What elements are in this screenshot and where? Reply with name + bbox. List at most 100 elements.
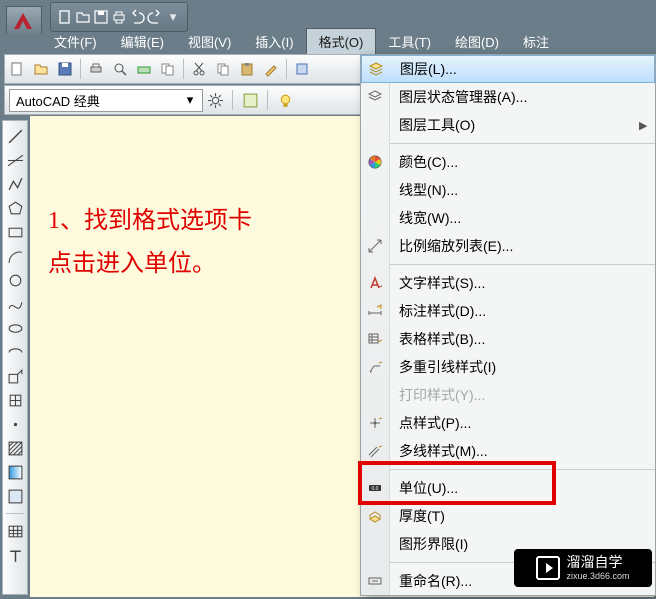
menu-item-text-style[interactable]: 文字样式(S)... bbox=[361, 269, 655, 297]
menu-item-mleader-style[interactable]: 多重引线样式(I) bbox=[361, 353, 655, 381]
menu-label: 点样式(P)... bbox=[389, 413, 655, 433]
circle-icon[interactable] bbox=[6, 271, 24, 289]
menu-draw[interactable]: 绘图(D) bbox=[443, 29, 511, 54]
lightbulb-icon[interactable] bbox=[276, 91, 294, 109]
chevron-down-icon[interactable]: ▾ bbox=[184, 92, 196, 108]
mline-style-icon bbox=[361, 443, 389, 459]
menu-item-dim-style[interactable]: 标注样式(D)... bbox=[361, 297, 655, 325]
qat-redo-icon[interactable] bbox=[147, 9, 163, 25]
menu-edit[interactable]: 编辑(E) bbox=[109, 29, 176, 54]
plot-icon[interactable] bbox=[135, 60, 153, 78]
make-block-icon[interactable] bbox=[6, 391, 24, 409]
menu-label: 图层(L)... bbox=[390, 59, 654, 79]
menu-item-color[interactable]: 颜色(C)... bbox=[361, 148, 655, 176]
gradient-icon[interactable] bbox=[6, 463, 24, 481]
menu-item-thickness[interactable]: 厚度(T) bbox=[361, 502, 655, 530]
polyline-icon[interactable] bbox=[6, 175, 24, 193]
menu-tools[interactable]: 工具(T) bbox=[376, 29, 443, 54]
qat-new-icon[interactable] bbox=[57, 9, 73, 25]
menu-format[interactable]: 格式(O) bbox=[306, 28, 377, 54]
menu-item-layer-state[interactable]: 图层状态管理器(A)... bbox=[361, 83, 655, 111]
rename-icon bbox=[361, 573, 389, 589]
menu-label: 线宽(W)... bbox=[389, 208, 655, 228]
annotation-line2: 点击进入单位。 bbox=[48, 243, 252, 286]
copy-icon[interactable] bbox=[214, 60, 232, 78]
match-prop-icon[interactable] bbox=[262, 60, 280, 78]
qat-undo-icon[interactable] bbox=[129, 9, 145, 25]
annotation-text: 1、找到格式选项卡 点击进入单位。 bbox=[48, 200, 252, 286]
menu-item-table-style[interactable]: 表格样式(B)... bbox=[361, 325, 655, 353]
menu-label: 图层工具(O) bbox=[389, 115, 639, 135]
menu-item-layer[interactable]: 图层(L)... bbox=[361, 55, 655, 83]
new-icon[interactable] bbox=[8, 60, 26, 78]
scale-icon bbox=[361, 238, 389, 254]
text-icon[interactable] bbox=[6, 546, 24, 564]
menu-label: 线型(N)... bbox=[389, 180, 655, 200]
menu-separator bbox=[390, 469, 655, 470]
quick-access-toolbar: ▾ bbox=[50, 2, 188, 32]
menu-item-mline-style[interactable]: 多线样式(M)... bbox=[361, 437, 655, 465]
menu-label: 颜色(C)... bbox=[389, 152, 655, 172]
toolbar-workspaces: AutoCAD 经典 ▾ bbox=[4, 85, 362, 115]
menu-item-point-style[interactable]: 点样式(P)... bbox=[361, 409, 655, 437]
save-icon[interactable] bbox=[56, 60, 74, 78]
hatch-icon[interactable] bbox=[6, 439, 24, 457]
app-frame: ▾ 文件(F) 编辑(E) 视图(V) 插入(I) 格式(O) 工具(T) 绘图… bbox=[0, 0, 656, 599]
layer-panel-icon[interactable] bbox=[241, 91, 259, 109]
text-style-icon bbox=[361, 275, 389, 291]
arc-icon[interactable] bbox=[6, 247, 24, 265]
thickness-icon bbox=[361, 508, 389, 524]
menu-separator bbox=[390, 264, 655, 265]
insert-block-icon[interactable] bbox=[6, 367, 24, 385]
spline-icon[interactable] bbox=[6, 295, 24, 313]
print-icon[interactable] bbox=[87, 60, 105, 78]
publish-icon[interactable] bbox=[159, 60, 177, 78]
open-icon[interactable] bbox=[32, 60, 50, 78]
app-menu-button[interactable] bbox=[6, 6, 42, 34]
menu-label: 多线样式(M)... bbox=[389, 441, 655, 461]
units-icon: 0.0 bbox=[361, 480, 389, 496]
watermark-brand: 溜溜自学 bbox=[566, 554, 629, 571]
point-style-icon bbox=[361, 415, 389, 431]
dim-style-icon bbox=[361, 303, 389, 319]
menu-view[interactable]: 视图(V) bbox=[176, 29, 243, 54]
menu-item-layer-tools[interactable]: 图层工具(O) ▶ bbox=[361, 111, 655, 139]
point-icon[interactable] bbox=[6, 415, 24, 433]
watermark-url: zixue.3d66.com bbox=[566, 571, 629, 582]
preview-icon[interactable] bbox=[111, 60, 129, 78]
menu-item-lineweight[interactable]: 线宽(W)... bbox=[361, 204, 655, 232]
menu-separator bbox=[390, 143, 655, 144]
ellipse-icon[interactable] bbox=[6, 319, 24, 337]
qat-print-icon[interactable] bbox=[111, 9, 127, 25]
menu-label: 图层状态管理器(A)... bbox=[389, 87, 655, 107]
menu-item-linetype[interactable]: 线型(N)... bbox=[361, 176, 655, 204]
menu-file[interactable]: 文件(F) bbox=[42, 29, 109, 54]
polygon-icon[interactable] bbox=[6, 199, 24, 217]
chevron-down-icon[interactable]: ▾ bbox=[165, 9, 181, 25]
ellipse-arc-icon[interactable] bbox=[6, 343, 24, 361]
menu-item-plot-style[interactable]: 打印样式(Y)... bbox=[361, 381, 655, 409]
qat-save-icon[interactable] bbox=[93, 9, 109, 25]
table-icon[interactable] bbox=[6, 522, 24, 540]
cut-icon[interactable] bbox=[190, 60, 208, 78]
menu-item-scale-list[interactable]: 比例缩放列表(E)... bbox=[361, 232, 655, 260]
menu-label: 单位(U)... bbox=[389, 478, 655, 498]
layers-icon bbox=[362, 61, 390, 77]
menu-dimension[interactable]: 标注 bbox=[511, 29, 561, 54]
workspace-value: AutoCAD 经典 bbox=[16, 91, 100, 110]
line-icon[interactable] bbox=[6, 127, 24, 145]
xline-icon[interactable] bbox=[6, 151, 24, 169]
block-icon[interactable] bbox=[293, 60, 311, 78]
region-icon[interactable] bbox=[6, 487, 24, 505]
format-menu: 图层(L)... 图层状态管理器(A)... 图层工具(O) ▶ 颜色(C)..… bbox=[360, 54, 656, 596]
paste-icon[interactable] bbox=[238, 60, 256, 78]
watermark: 溜溜自学 zixue.3d66.com bbox=[514, 549, 652, 587]
color-wheel-icon bbox=[361, 154, 389, 170]
qat-open-icon[interactable] bbox=[75, 9, 91, 25]
gear-icon[interactable] bbox=[206, 91, 224, 109]
menu-item-units[interactable]: 0.0 单位(U)... bbox=[361, 474, 655, 502]
menu-label: 多重引线样式(I) bbox=[389, 357, 655, 377]
rectangle-icon[interactable] bbox=[6, 223, 24, 241]
menu-insert[interactable]: 插入(I) bbox=[243, 29, 305, 54]
workspace-select[interactable]: AutoCAD 经典 ▾ bbox=[9, 89, 203, 112]
